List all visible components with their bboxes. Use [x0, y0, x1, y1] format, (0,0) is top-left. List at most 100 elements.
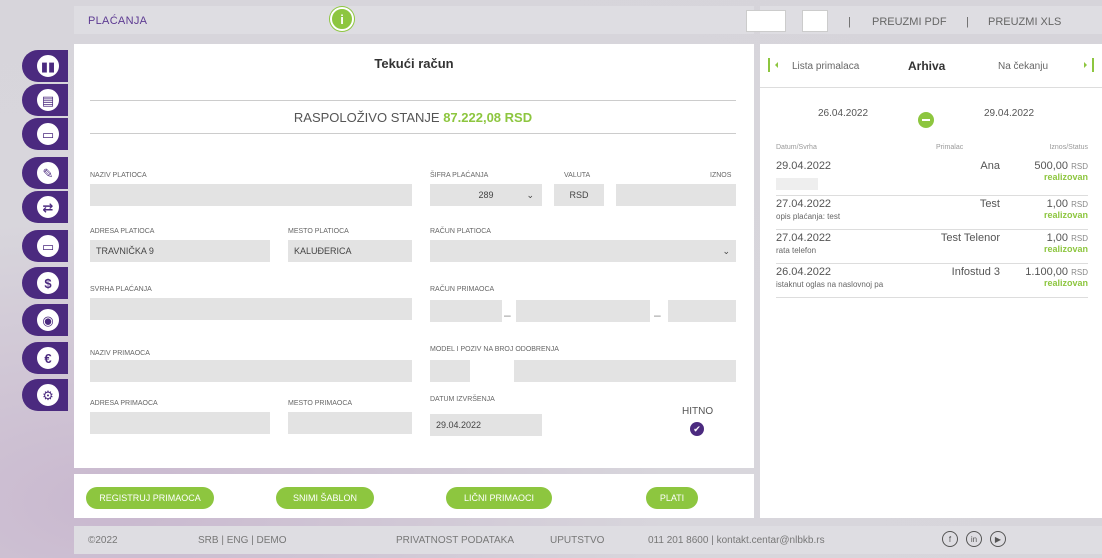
date-to[interactable]: 29.04.2022 — [984, 108, 1034, 119]
urgent-label: HITNO — [682, 406, 714, 417]
recipient-name-label: NAZIV PRIMAOCA — [90, 350, 150, 357]
table-row[interactable]: 26.04.2022 istaknut oglas na naslovnoj p… — [776, 266, 1088, 298]
payer-account-label: RAČUN PLATIOCA — [430, 228, 491, 235]
table-row[interactable]: 27.04.2022 opis plaćanja: test Test 1,00… — [776, 198, 1088, 230]
model-field[interactable] — [430, 360, 470, 382]
payer-name-field[interactable] — [90, 184, 412, 206]
recipient-address-field[interactable] — [90, 412, 270, 434]
collapse-icon[interactable] — [918, 112, 934, 128]
date-range: 26.04.2022 29.04.2022 — [760, 96, 1102, 136]
sidebar-item-settings[interactable]: ⚙ — [22, 379, 68, 411]
payment-code-select[interactable]: 289 ⌄ — [430, 184, 542, 206]
payment-code-label: ŠIFRA PLAĆANJA — [430, 172, 489, 179]
payment-form: Tekući račun RASPOLOŽIVO STANJE 87.222,0… — [74, 44, 754, 468]
save-template-button[interactable]: SNIMI ŠABLON — [276, 487, 374, 509]
archive-tabs: Lista primalaca Arhiva Na čekanju — [760, 44, 1102, 88]
amount-label: IZNOS — [710, 172, 732, 179]
action-bar: REGISTRUJ PRIMAOCA SNIMI ŠABLON LIČNI PR… — [74, 474, 754, 518]
privacy-link[interactable]: PRIVATNOST PODATAKA — [396, 535, 514, 546]
col-date-header: Datum/Svrha — [776, 144, 817, 151]
sidebar-item-cards[interactable]: ▭ — [22, 118, 68, 150]
footer: ©2022 SRB | ENG | DEMO PRIVATNOST PODATA… — [74, 526, 1102, 554]
col-amount-header: Iznos/Status — [1049, 144, 1088, 151]
linkedin-icon[interactable]: in — [966, 531, 982, 547]
chevron-down-icon: ⌄ — [526, 190, 534, 200]
payer-name-label: NAZIV PLATIOCA — [90, 172, 147, 179]
accounts-icon: ▮▮ — [35, 53, 61, 79]
download-pdf-link[interactable]: PREUZMI PDF — [872, 16, 947, 28]
sidebar-item-statements[interactable]: ▤ — [22, 84, 68, 116]
recipient-account-part1[interactable] — [430, 300, 502, 322]
pay-button[interactable]: PLATI — [646, 487, 698, 509]
settings-icon: ⚙ — [35, 382, 61, 408]
action-box-1[interactable] — [746, 10, 786, 32]
youtube-icon[interactable]: ▶ — [990, 531, 1006, 547]
action-box-2[interactable] — [802, 10, 828, 32]
payments-icon: ✎ — [35, 160, 61, 186]
payment-purpose-field[interactable] — [90, 298, 412, 320]
register-recipient-button[interactable]: REGISTRUJ PRIMAOCA — [86, 487, 214, 509]
savings-icon: $ — [35, 270, 61, 296]
sidebar-item-payments[interactable]: ✎ — [22, 157, 68, 189]
sidebar-item-savings[interactable]: $ — [22, 267, 68, 299]
payer-address-label: ADRESA PLATIOCA — [90, 228, 155, 235]
info-icon[interactable]: i — [330, 7, 354, 31]
amount-field[interactable] — [616, 184, 736, 206]
sidebar-item-exchange[interactable]: ⇄ — [22, 191, 68, 223]
model-label: MODEL I POZIV NA BROJ ODOBRENJA — [430, 346, 559, 353]
copyright: ©2022 — [88, 535, 118, 546]
sidebar-item-accounts[interactable]: ▮▮ — [22, 50, 68, 82]
prev-arrow-icon[interactable] — [768, 58, 778, 72]
tab-pending[interactable]: Na čekanju — [998, 61, 1048, 72]
recipient-name-field[interactable] — [90, 360, 412, 382]
sidebar-item-loans[interactable]: ▭ — [22, 230, 68, 262]
balance-label: RASPOLOŽIVO STANJE — [293, 110, 440, 125]
recipient-account-label: RAČUN PRIMAOCA — [430, 286, 495, 293]
next-arrow-icon[interactable] — [1084, 58, 1094, 72]
archive-panel: Lista primalaca Arhiva Na čekanju 26.04.… — [760, 44, 1102, 518]
currency-label: VALUTA — [564, 172, 591, 179]
date-from[interactable]: 26.04.2022 — [818, 108, 868, 119]
urgent-checkbox[interactable]: ✔ — [690, 422, 704, 436]
separator: | — [848, 16, 851, 28]
download-xls-link[interactable]: PREUZMI XLS — [988, 16, 1061, 28]
exchange-icon: ⇄ — [35, 194, 61, 220]
cards-icon: ▭ — [35, 121, 61, 147]
tab-archive[interactable]: Arhiva — [908, 59, 945, 73]
col-recipient-header: Primalac — [936, 144, 964, 151]
recipient-account-part3[interactable] — [668, 300, 736, 322]
tab-recipients[interactable]: Lista primalaca — [792, 61, 859, 72]
guide-link[interactable]: UPUTSTVO — [550, 535, 604, 546]
currency-icon: € — [35, 345, 61, 371]
recipient-city-label: MESTO PRIMAOCA — [288, 400, 353, 407]
payer-city-field[interactable]: KALUĐERICA — [288, 240, 412, 262]
balance-value: 87.222,08 RSD — [443, 110, 533, 125]
execution-date-field[interactable]: 29.04.2022 — [430, 414, 542, 436]
dash: – — [654, 308, 661, 322]
dash: – — [504, 308, 511, 322]
recipient-address-label: ADRESA PRIMAOCA — [90, 400, 158, 407]
execution-date-label: DATUM IZVRŠENJA — [430, 396, 495, 403]
top-actions: | PREUZMI PDF | PREUZMI XLS — [746, 6, 1102, 34]
top-bar: PLAĆANJA i — [74, 6, 754, 34]
payer-address-field[interactable]: TRAVNIČKA 9 — [90, 240, 270, 262]
recipient-city-field[interactable] — [288, 412, 412, 434]
payment-purpose-label: SVRHA PLAĆANJA — [90, 286, 152, 293]
sidebar-item-location[interactable]: ◉ — [22, 304, 68, 336]
table-row[interactable]: 27.04.2022 rata telefon Test Telenor 1,0… — [776, 232, 1088, 264]
language-links[interactable]: SRB | ENG | DEMO — [198, 535, 287, 546]
payer-account-select[interactable]: ⌄ — [430, 240, 736, 262]
chevron-down-icon: ⌄ — [722, 246, 730, 256]
separator: | — [966, 16, 969, 28]
account-title: Tekući račun — [374, 56, 454, 71]
balance: RASPOLOŽIVO STANJE 87.222,08 RSD — [90, 100, 736, 134]
table-row[interactable]: 29.04.2022 Ana 500,00 RSD realizovan — [776, 160, 1088, 196]
currency-field[interactable]: RSD — [554, 184, 604, 206]
recipient-account-part2[interactable] — [516, 300, 650, 322]
sidebar-item-currency[interactable]: € — [22, 342, 68, 374]
facebook-icon[interactable]: f — [942, 531, 958, 547]
sidebar: ▮▮ ▤ ▭ ✎ ⇄ ▭ $ ◉ € ⚙ — [0, 0, 74, 558]
reference-field[interactable] — [514, 360, 736, 382]
personal-recipients-button[interactable]: LIČNI PRIMAOCI — [446, 487, 552, 509]
location-icon: ◉ — [35, 307, 61, 333]
